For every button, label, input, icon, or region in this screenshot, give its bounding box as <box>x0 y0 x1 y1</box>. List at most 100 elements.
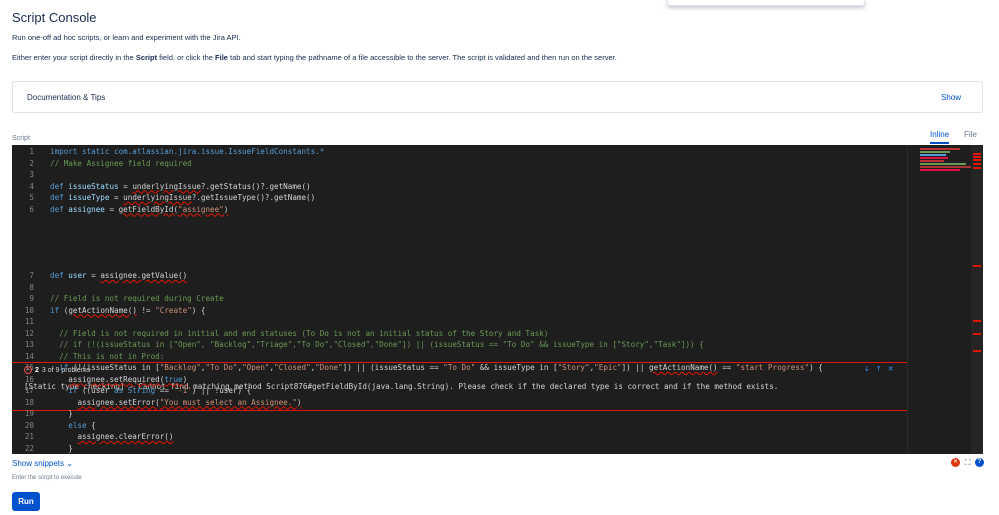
code-token: ?.getIssueType()?.getName() <box>191 193 316 202</box>
code-token: // This is not in Prod: <box>50 351 165 361</box>
code-line[interactable]: 17 if ((user as String == '-1') || !user… <box>12 385 907 397</box>
help-icon[interactable]: ? <box>975 458 984 467</box>
line-code: def user = assignee.getValue() <box>50 270 187 282</box>
code-token: ((user <box>77 386 115 395</box>
code-line[interactable]: 16 assignee.setRequired(true) <box>12 374 907 386</box>
code-token: def <box>50 271 69 280</box>
line-number: 8 <box>29 282 34 292</box>
code-line[interactable]: 21 assignee.clearError() <box>12 431 907 443</box>
code-token: "start Progress" <box>735 363 810 372</box>
line-number: 13 <box>24 340 34 349</box>
editor-toolbar: ✕ ⛶ ? <box>951 458 984 467</box>
code-line[interactable]: 4 def issueStatus = underlyingIssue?.getS… <box>12 181 907 193</box>
code-token: ]) || <box>621 363 650 372</box>
line-code: // This is not in Prod: <box>50 351 164 363</box>
code-line[interactable]: 10 if (getActionName() != "Create") { <box>12 305 907 317</box>
documentation-show-link[interactable]: Show <box>941 93 961 102</box>
code-token: ) <box>182 374 188 384</box>
code-line[interactable]: 8 <box>12 282 907 294</box>
code-line[interactable]: 7 def user = assignee.getValue() <box>12 270 907 282</box>
line-number: 21 <box>24 432 34 441</box>
code-token: def <box>50 181 69 191</box>
line-number: 19 <box>24 409 34 418</box>
line-code: if ((user as String == '-1') || !user) { <box>50 385 251 397</box>
code-token: underlyingIssue <box>132 181 201 191</box>
code-token: ) <box>223 204 229 214</box>
error-status-icon[interactable]: ✕ <box>951 458 960 467</box>
code-line[interactable]: 1 import static com.atlassian.jira.issue.… <box>12 146 907 158</box>
line-number: 3 <box>29 170 34 179</box>
code-token: "Epic" <box>594 363 622 372</box>
code-editor[interactable]: 1 import static com.atlassian.jira.issue.… <box>12 145 983 454</box>
line-code: assignee.clearError() <box>50 431 173 443</box>
documentation-panel: Documentation & Tips Show <box>12 81 983 113</box>
code-token: ( <box>59 305 69 315</box>
code-line[interactable]: 14 // This is not in Prod: <box>12 351 907 363</box>
line-number: 17 <box>24 386 34 395</box>
code-line[interactable]: 3 <box>12 169 907 181</box>
code-token: == <box>155 386 174 395</box>
code-token: getActionName() <box>68 305 137 315</box>
fullscreen-icon[interactable]: ⛶ <box>963 458 972 467</box>
page-description: Run one-off ad hoc scripts, or learn and… <box>12 33 241 42</box>
code-line[interactable]: 9 // Field is not required during Create <box>12 293 907 305</box>
code-token: if <box>50 386 78 395</box>
code-line[interactable]: 5 def issueType = underlyingIssue?.getIss… <box>12 192 907 204</box>
code-line[interactable]: 13 // if (!(issueStatus in ["Open", "Bac… <box>12 339 907 351</box>
code-line[interactable]: 20 else { <box>12 420 907 432</box>
code-token: // Make Assignee field required <box>50 158 192 168</box>
code-token: "To Do" <box>205 363 238 372</box>
line-number: 2 <box>29 158 34 168</box>
code-token: != <box>136 305 156 315</box>
code-token: "Backlog" <box>159 363 201 372</box>
code-line[interactable]: 18 assignee.setError("You must select an… <box>12 397 907 409</box>
line-code: } <box>50 408 73 420</box>
code-token: // Field is not required during Create <box>50 294 224 303</box>
code-line[interactable]: 12 // Field is not required in initial a… <box>12 328 907 340</box>
code-line[interactable]: 22 } <box>12 443 907 455</box>
code-token: "To Do" <box>443 363 476 372</box>
code-token: assignee.setRequired( <box>68 374 165 384</box>
show-snippets-link[interactable]: Show snippets ⌄ <box>12 459 73 468</box>
tab-file[interactable]: File <box>964 130 977 139</box>
run-button[interactable]: Run <box>12 492 40 511</box>
code-token: issueType <box>68 193 110 202</box>
code-token: as String <box>114 386 156 395</box>
line-number: 10 <box>24 305 34 315</box>
tab-inline[interactable]: Inline <box>930 130 950 144</box>
line-number: 11 <box>24 317 34 326</box>
code-token: // if (!(issueStatus in ["Open", "Backlo… <box>50 340 704 349</box>
line-number: 6 <box>29 204 34 214</box>
code-token: // Field is not required in initial and … <box>50 328 549 338</box>
line-number: 15 <box>24 363 34 372</box>
line-code: } <box>50 443 73 455</box>
script-hint: Enter the script to execute <box>12 475 82 481</box>
page-instructions: Either enter your script directly in the… <box>12 53 617 62</box>
line-code: // Make Assignee field required <box>50 158 192 170</box>
vertical-scrollbar[interactable] <box>971 145 983 454</box>
code-line[interactable]: 11 <box>12 316 907 328</box>
code-token: "Done" <box>315 363 343 372</box>
code-token: { <box>86 420 96 430</box>
code-token: ) <box>296 397 302 407</box>
code-token: = <box>118 181 133 191</box>
code-token: getFieldById( <box>118 204 179 214</box>
code-token: "Create" <box>155 305 192 315</box>
code-token: issueStatus <box>68 181 119 191</box>
code-line[interactable]: 19 } <box>12 408 907 420</box>
code-token: ?.getStatus()?.getName() <box>200 181 311 191</box>
code-line[interactable]: 15 if (!(issueStatus in ["Backlog","To D… <box>12 362 907 374</box>
line-code: import static com.atlassian.jira.issue.I… <box>50 146 324 158</box>
code-token: underlyingIssue <box>123 193 192 202</box>
minimap[interactable] <box>907 145 983 454</box>
code-line[interactable]: 2 // Make Assignee field required <box>12 158 907 170</box>
code-token: (!(issueStatus in [ <box>68 363 160 372</box>
line-number: 4 <box>29 181 34 191</box>
chevron-down-icon: ⌄ <box>66 459 73 468</box>
code-token: "You must select an Assignee." <box>159 397 297 407</box>
code-token: "Open" <box>242 363 270 372</box>
code-line[interactable]: 6 def assignee = getFieldById("assignee") <box>12 204 907 216</box>
line-number: 22 <box>24 443 34 453</box>
code-token: = <box>86 271 101 280</box>
code-token: assignee.getValue() <box>100 271 188 280</box>
